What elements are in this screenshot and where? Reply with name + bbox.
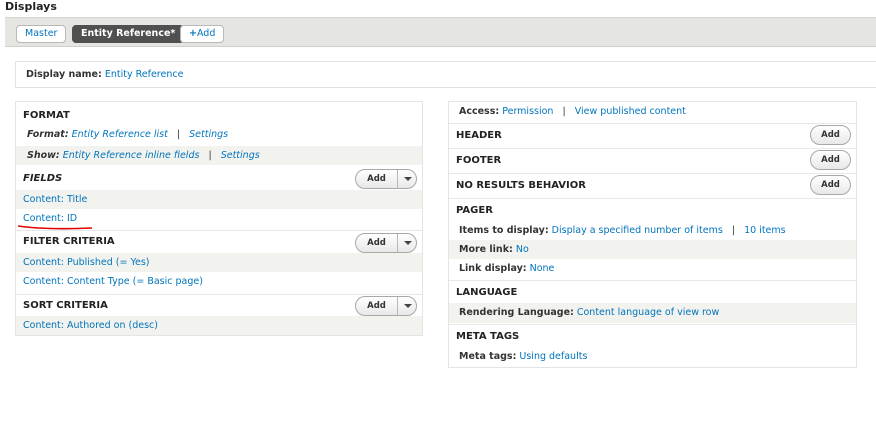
more-link-label: More link: xyxy=(459,244,513,255)
show-label: Show: xyxy=(27,150,60,161)
field-id-link[interactable]: Content: ID xyxy=(23,213,77,224)
format-heading: FORMAT xyxy=(23,110,70,121)
right-column: Access: Permission | View published cont… xyxy=(448,101,857,368)
no-results-section: NO RESULTS BEHAVIOR xyxy=(449,173,856,197)
language-heading: LANGUAGE xyxy=(456,287,518,298)
chevron-down-icon[interactable] xyxy=(404,304,412,308)
no-results-heading: NO RESULTS BEHAVIOR xyxy=(456,180,586,191)
add-display-button[interactable]: +Add xyxy=(180,25,225,43)
sort-add-label: Add xyxy=(356,297,398,315)
display-tabs-bar: Master Entity Reference* +Add xyxy=(5,17,876,47)
rendering-language-row: Rendering Language: Content language of … xyxy=(449,303,856,323)
filter-add-button[interactable]: Add xyxy=(355,233,417,253)
more-link-value[interactable]: No xyxy=(516,244,529,255)
filter-published-link[interactable]: Content: Published (= Yes) xyxy=(23,257,150,268)
access-permission-link[interactable]: Permission xyxy=(502,106,553,117)
header-section: HEADER xyxy=(449,123,856,147)
pager-heading: PAGER xyxy=(456,205,493,216)
pipe-separator: | xyxy=(208,150,212,161)
rendering-language-link[interactable]: Content language of view row xyxy=(577,307,719,318)
pipe-separator: | xyxy=(176,129,181,140)
show-settings-link[interactable]: Settings xyxy=(221,150,260,161)
plus-icon: + xyxy=(189,28,197,39)
sort-heading: SORT CRITERIA xyxy=(23,300,108,311)
pipe-separator: | xyxy=(731,225,736,236)
link-display-row: Link display: None xyxy=(449,259,856,278)
link-display-label: Link display: xyxy=(459,263,527,274)
fields-heading: FIELDS xyxy=(23,173,63,184)
display-name-label: Display name: xyxy=(26,69,102,80)
language-section-header: LANGUAGE xyxy=(449,280,856,304)
format-row: Format: Entity Reference list | Settings xyxy=(16,126,422,144)
red-annotation-underline xyxy=(17,225,93,230)
access-view-published-link[interactable]: View published content xyxy=(575,106,686,117)
link-display-value[interactable]: None xyxy=(530,263,555,274)
footer-section: FOOTER xyxy=(449,148,856,172)
pager-items-row: Items to display: Display a specified nu… xyxy=(449,221,856,240)
tab-entity-reference[interactable]: Entity Reference* xyxy=(72,25,185,43)
fields-add-button[interactable]: Add xyxy=(355,169,417,189)
access-label: Access: xyxy=(459,106,500,117)
meta-tags-link[interactable]: Using defaults xyxy=(519,351,587,362)
field-title-link[interactable]: Content: Title xyxy=(23,194,87,205)
meta-tags-section-header: META TAGS xyxy=(449,324,856,348)
no-results-add-button[interactable]: Add xyxy=(810,175,851,195)
list-item: Content: Published (= Yes) xyxy=(16,253,422,272)
pager-type-link[interactable]: Display a specified number of items xyxy=(552,225,723,236)
list-item: Content: Title xyxy=(16,190,422,209)
format-section-header: FORMAT xyxy=(16,108,422,124)
header-heading: HEADER xyxy=(456,130,502,141)
display-name-link[interactable]: Entity Reference xyxy=(105,69,184,80)
pager-section-header: PAGER xyxy=(449,198,856,222)
header-add-button[interactable]: Add xyxy=(810,125,851,145)
list-item: Content: Authored on (desc) xyxy=(16,316,422,335)
rendering-language-label: Rendering Language: xyxy=(459,307,574,318)
show-row-style-link[interactable]: Entity Reference inline fields xyxy=(63,150,200,161)
filter-heading: FILTER CRITERIA xyxy=(23,236,115,247)
format-style-link[interactable]: Entity Reference list xyxy=(72,129,168,140)
meta-tags-heading: META TAGS xyxy=(456,331,520,342)
left-column: FORMAT Format: Entity Reference list | S… xyxy=(15,101,423,336)
chevron-down-icon[interactable] xyxy=(404,241,412,245)
format-settings-link[interactable]: Settings xyxy=(189,129,228,140)
display-name-row: Display name: Entity Reference xyxy=(15,61,876,88)
show-row: Show: Entity Reference inline fields | S… xyxy=(16,146,422,165)
pager-count-link[interactable]: 10 items xyxy=(744,225,786,236)
footer-add-button[interactable]: Add xyxy=(810,150,851,170)
filter-content-type-link[interactable]: Content: Content Type (= Basic page) xyxy=(23,276,203,287)
pipe-separator: | xyxy=(562,106,566,117)
sort-add-button[interactable]: Add xyxy=(355,296,417,316)
fields-add-label: Add xyxy=(356,170,398,188)
more-link-row: More link: No xyxy=(449,240,856,259)
meta-tags-label: Meta tags: xyxy=(459,351,517,362)
access-row: Access: Permission | View published cont… xyxy=(449,102,856,121)
add-display-label: Add xyxy=(196,28,216,39)
sort-authored-link[interactable]: Content: Authored on (desc) xyxy=(23,320,158,331)
page-title: Displays xyxy=(5,0,57,13)
format-label: Format: xyxy=(27,129,69,140)
chevron-down-icon[interactable] xyxy=(404,177,412,181)
items-to-display-label: Items to display: xyxy=(459,225,549,236)
footer-heading: FOOTER xyxy=(456,155,502,166)
filter-add-label: Add xyxy=(356,234,398,252)
list-item: Content: Content Type (= Basic page) xyxy=(16,272,422,291)
tab-master[interactable]: Master xyxy=(16,25,67,43)
meta-tags-row: Meta tags: Using defaults xyxy=(449,347,856,366)
